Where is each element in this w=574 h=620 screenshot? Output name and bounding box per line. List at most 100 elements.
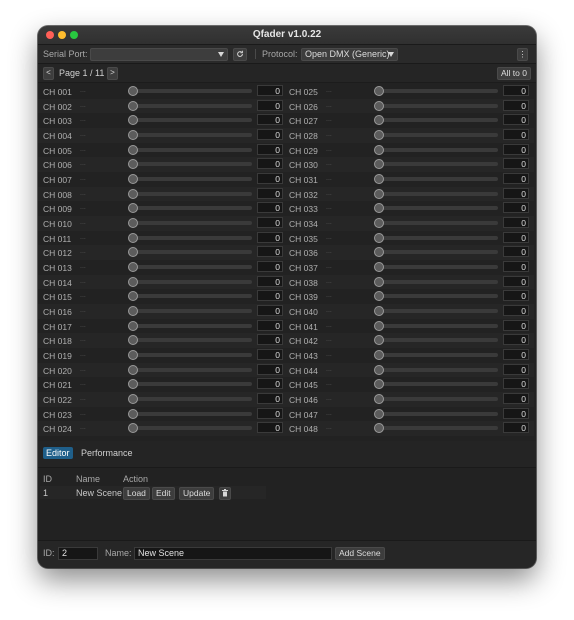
channel-fader-track[interactable] [376, 191, 498, 196]
channel-fader-track[interactable] [376, 338, 498, 343]
channel-fader-track[interactable] [376, 279, 498, 284]
channel-fader-track[interactable] [130, 411, 252, 416]
delete-scene-button[interactable] [219, 487, 231, 500]
channel-fader-handle[interactable] [374, 350, 384, 361]
channel-value-input[interactable]: 0 [503, 173, 529, 185]
all-to-zero-button[interactable]: All to 0 [497, 67, 531, 80]
channel-value-input[interactable]: 0 [257, 407, 283, 419]
channel-value-input[interactable]: 0 [503, 217, 529, 229]
channel-fader-track[interactable] [130, 206, 252, 211]
channel-value-input[interactable]: 0 [503, 143, 529, 155]
channel-fader-handle[interactable] [128, 364, 138, 375]
channel-value-input[interactable]: 0 [503, 349, 529, 361]
channel-fader-handle[interactable] [374, 232, 384, 243]
channel-value-input[interactable]: 0 [503, 319, 529, 331]
channel-value-input[interactable]: 0 [257, 217, 283, 229]
channel-fader-track[interactable] [130, 265, 252, 270]
channel-fader-handle[interactable] [128, 262, 138, 273]
prev-page-button[interactable]: < [43, 67, 54, 80]
channel-fader-track[interactable] [376, 221, 498, 226]
channel-fader-track[interactable] [130, 309, 252, 314]
channel-fader-handle[interactable] [374, 218, 384, 229]
channel-value-input[interactable]: 0 [257, 261, 283, 273]
add-scene-button[interactable]: Add Scene [335, 547, 385, 560]
channel-fader-track[interactable] [130, 118, 252, 123]
edit-scene-button[interactable]: Edit [152, 487, 175, 500]
channel-fader-handle[interactable] [374, 320, 384, 331]
channel-value-input[interactable]: 0 [257, 363, 283, 375]
channel-fader-handle[interactable] [128, 276, 138, 287]
channel-fader-handle[interactable] [374, 115, 384, 126]
channel-fader-handle[interactable] [128, 115, 138, 126]
channel-fader-handle[interactable] [128, 203, 138, 214]
channel-fader-track[interactable] [376, 309, 498, 314]
channel-fader-handle[interactable] [128, 247, 138, 258]
channel-fader-handle[interactable] [128, 144, 138, 155]
channel-value-input[interactable]: 0 [503, 290, 529, 302]
channel-value-input[interactable]: 0 [503, 231, 529, 243]
channel-value-input[interactable]: 0 [257, 349, 283, 361]
channel-fader-handle[interactable] [128, 86, 138, 96]
channel-fader-track[interactable] [376, 323, 498, 328]
channel-value-input[interactable]: 0 [503, 275, 529, 287]
channel-fader-track[interactable] [376, 294, 498, 299]
channel-value-input[interactable]: 0 [257, 305, 283, 317]
channel-fader-track[interactable] [376, 235, 498, 240]
channel-fader-handle[interactable] [128, 188, 138, 199]
channel-fader-handle[interactable] [374, 203, 384, 214]
channel-value-input[interactable]: 0 [503, 187, 529, 199]
channel-fader-handle[interactable] [374, 100, 384, 111]
channel-fader-handle[interactable] [128, 379, 138, 390]
channel-fader-track[interactable] [130, 294, 252, 299]
channel-fader-handle[interactable] [128, 291, 138, 302]
channel-fader-track[interactable] [130, 235, 252, 240]
channel-fader-handle[interactable] [128, 218, 138, 229]
channel-fader-handle[interactable] [374, 291, 384, 302]
channel-fader-handle[interactable] [374, 130, 384, 140]
load-scene-button[interactable]: Load [123, 487, 150, 500]
channel-value-input[interactable]: 0 [503, 305, 529, 317]
channel-value-input[interactable]: 0 [257, 202, 283, 214]
channel-fader-track[interactable] [130, 221, 252, 226]
channel-fader-track[interactable] [130, 338, 252, 343]
channel-fader-handle[interactable] [374, 335, 384, 346]
channel-fader-handle[interactable] [374, 144, 384, 155]
channel-value-input[interactable]: 0 [257, 114, 283, 126]
channel-value-input[interactable]: 0 [257, 85, 283, 96]
channel-fader-handle[interactable] [128, 174, 138, 185]
channel-fader-handle[interactable] [374, 159, 384, 170]
channel-value-input[interactable]: 0 [503, 407, 529, 419]
channel-value-input[interactable]: 0 [257, 378, 283, 390]
channel-value-input[interactable]: 0 [257, 275, 283, 287]
channel-fader-handle[interactable] [128, 408, 138, 419]
channel-fader-track[interactable] [376, 250, 498, 255]
next-page-button[interactable]: > [107, 67, 118, 80]
protocol-select[interactable]: Open DMX (Generic) [301, 48, 398, 61]
channel-fader-handle[interactable] [128, 306, 138, 317]
channel-fader-handle[interactable] [374, 188, 384, 199]
channel-fader-track[interactable] [130, 397, 252, 402]
channel-value-input[interactable]: 0 [257, 246, 283, 258]
channel-fader-track[interactable] [376, 426, 498, 431]
channel-fader-track[interactable] [130, 323, 252, 328]
scene-name-input[interactable]: New Scene [134, 547, 332, 560]
channel-fader-track[interactable] [376, 118, 498, 123]
channel-value-input[interactable]: 0 [257, 158, 283, 170]
channel-fader-handle[interactable] [128, 394, 138, 405]
channel-fader-track[interactable] [130, 426, 252, 431]
channel-fader-track[interactable] [130, 367, 252, 372]
refresh-ports-button[interactable] [233, 48, 247, 61]
channel-fader-handle[interactable] [128, 335, 138, 346]
channel-value-input[interactable]: 0 [503, 422, 529, 434]
channel-value-input[interactable]: 0 [257, 393, 283, 405]
tab-performance[interactable]: Performance [78, 447, 136, 459]
channel-fader-handle[interactable] [128, 350, 138, 361]
channel-fader-track[interactable] [130, 147, 252, 152]
channel-fader-track[interactable] [130, 133, 252, 137]
channel-fader-track[interactable] [130, 191, 252, 196]
channel-value-input[interactable]: 0 [503, 363, 529, 375]
channel-fader-handle[interactable] [374, 306, 384, 317]
more-options-button[interactable]: ⋮ [517, 48, 528, 61]
channel-value-input[interactable]: 0 [257, 173, 283, 185]
channel-fader-track[interactable] [376, 411, 498, 416]
